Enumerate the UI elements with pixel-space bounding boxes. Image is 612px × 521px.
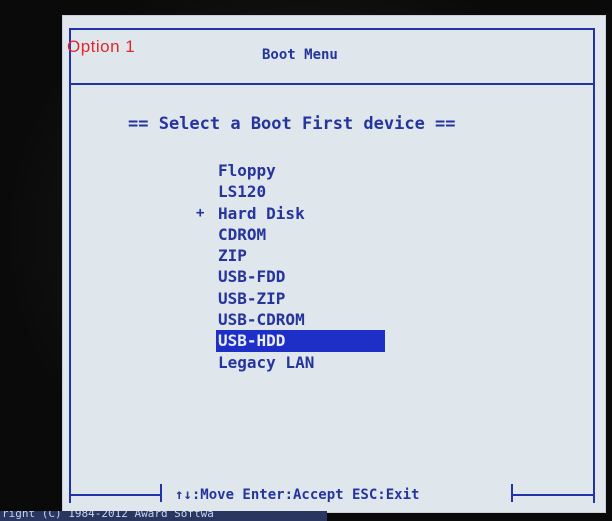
boot-item-label: USB-FDD xyxy=(218,267,286,287)
terminal-strip: right (C) 1984-2012 Award Softwa xyxy=(0,511,327,521)
expand-marker-icon: + xyxy=(196,204,205,221)
boot-item-cdrom[interactable]: CDROM xyxy=(216,224,385,245)
footer-divider-left xyxy=(160,484,162,502)
menu-subtitle: == Select a Boot First device == xyxy=(128,114,456,134)
copyright-text: right (C) 1984-2012 Award Softwa xyxy=(2,511,214,520)
boot-item-label: USB-CDROM xyxy=(218,310,305,330)
boot-item-label: ZIP xyxy=(218,246,247,266)
boot-item-usb-hdd[interactable]: USB-HDD xyxy=(216,330,385,352)
title-divider xyxy=(69,83,595,85)
boot-item-label: Legacy LAN xyxy=(218,352,315,372)
bottom-border-right xyxy=(512,494,595,496)
boot-item-usb-fdd[interactable]: USB-FDD xyxy=(216,266,385,287)
page-title: Boot Menu xyxy=(262,47,338,63)
boot-item-ls120[interactable]: LS120 xyxy=(216,181,385,202)
footer-divider-right xyxy=(511,484,513,502)
boot-item-label: Hard Disk xyxy=(218,203,305,223)
boot-item-floppy[interactable]: Floppy xyxy=(216,160,385,181)
boot-item-label: USB-ZIP xyxy=(218,288,286,308)
boot-item-legacy-lan[interactable]: Legacy LAN xyxy=(216,352,385,373)
boot-item-label: Floppy xyxy=(218,161,276,180)
boot-item-usb-zip[interactable]: USB-ZIP xyxy=(216,288,385,309)
boot-item-label: USB-HDD xyxy=(218,331,286,351)
boot-item-label: CDROM xyxy=(218,224,267,244)
boot-item-usb-cdrom[interactable]: USB-CDROM xyxy=(216,309,385,330)
option-label: Option 1 xyxy=(67,37,136,56)
boot-item-zip[interactable]: ZIP xyxy=(216,245,385,266)
bottom-border-left xyxy=(69,494,161,496)
key-help: ↑↓:Move Enter:Accept ESC:Exit xyxy=(175,487,420,503)
boot-device-list: Floppy LS120 + Hard Disk CDROM ZIP USB-FD… xyxy=(196,160,385,373)
boot-item-label: LS120 xyxy=(218,182,267,202)
boot-item-hard-disk[interactable]: + Hard Disk xyxy=(196,203,385,224)
